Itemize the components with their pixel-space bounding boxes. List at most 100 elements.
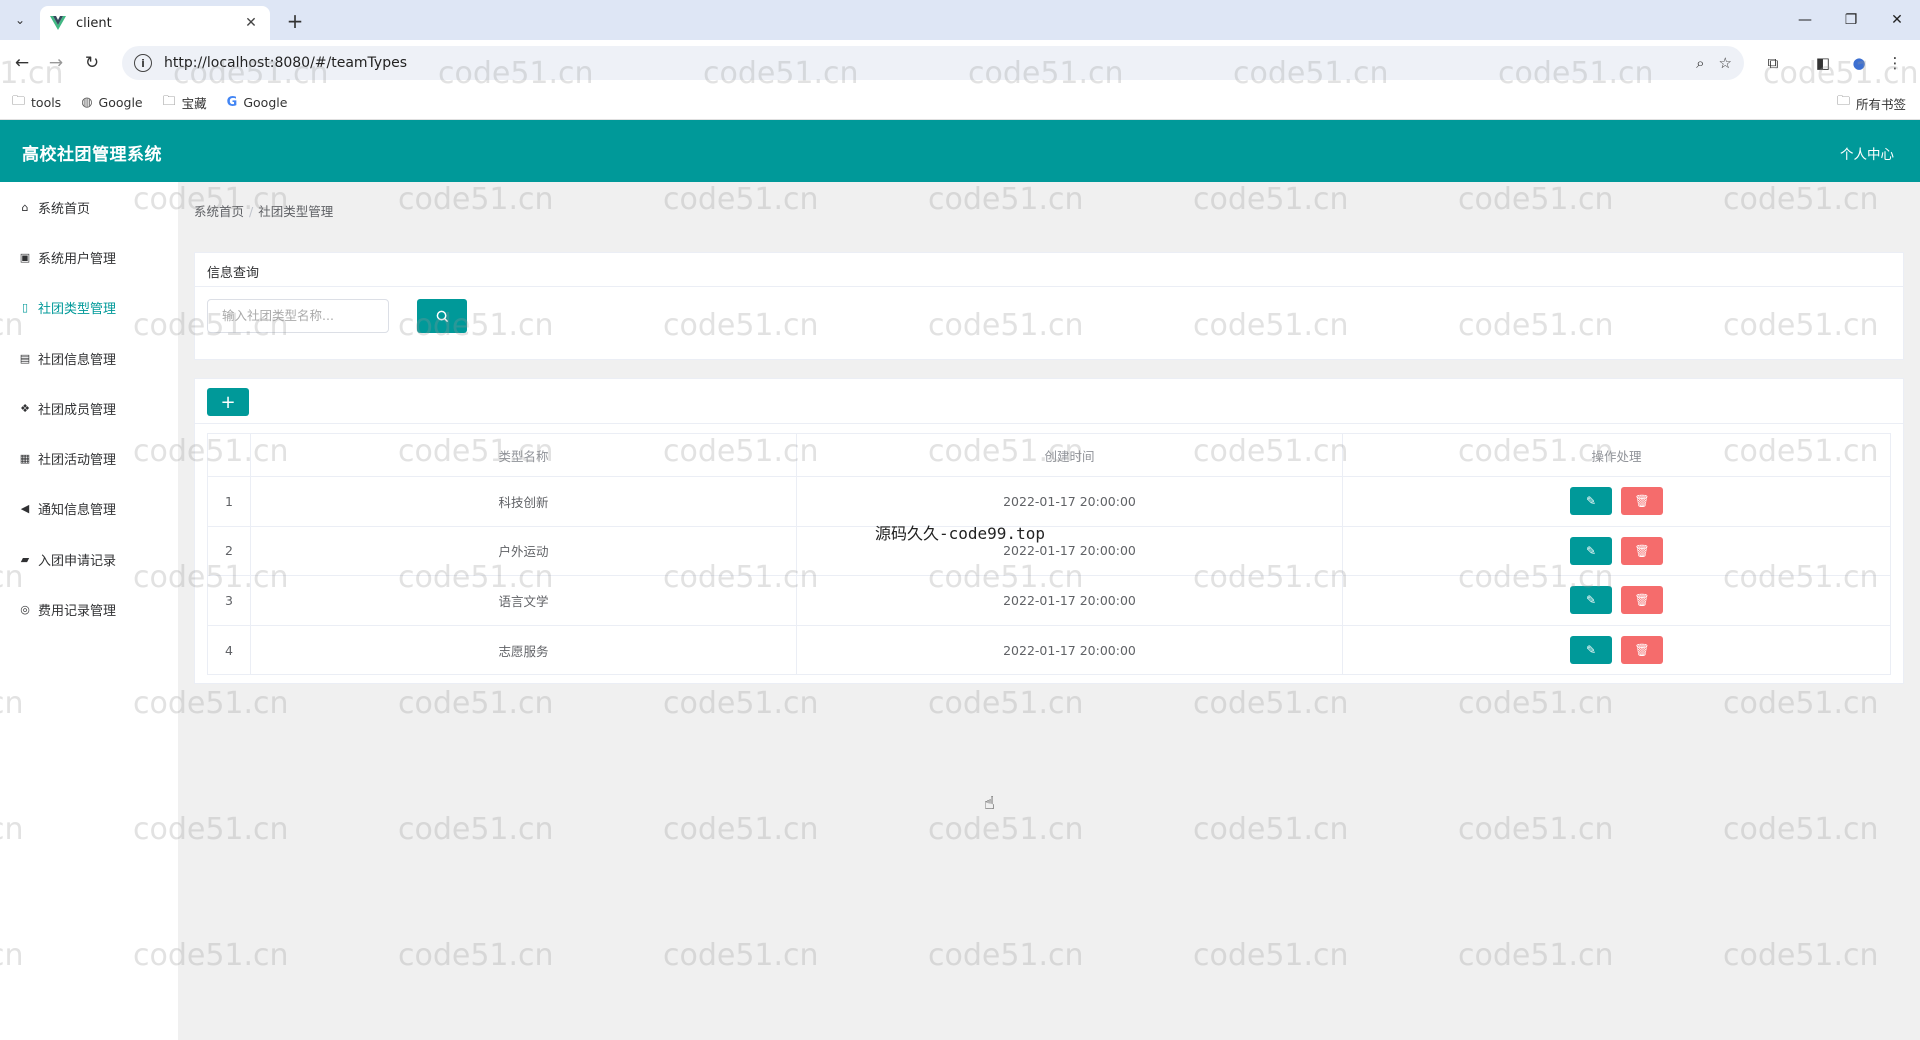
delete-button[interactable]: 🗑 (1621, 636, 1663, 665)
forward-icon[interactable]: → (42, 49, 70, 77)
table-card: + 类型名称 创建时间 操作处理 1 科技创新 2022-01-17 20:00… (194, 378, 1904, 684)
hand-cursor-icon: ☝ (984, 793, 995, 814)
url-text[interactable]: http://localhost:8080/#/teamTypes (164, 55, 1696, 71)
minimize-icon[interactable]: — (1782, 0, 1828, 40)
delete-button[interactable]: 🗑 (1621, 536, 1663, 565)
search-icon (436, 310, 448, 322)
row-name: 科技创新 (250, 476, 797, 527)
restore-icon[interactable]: ❐ (1828, 0, 1874, 40)
user-icon: ▣ (19, 250, 31, 264)
bookmark-item[interactable]: 🗀 宝藏 (163, 92, 207, 114)
search-button[interactable] (417, 299, 467, 333)
overlay-watermark-text: 源码久久-code99.top (875, 524, 1045, 543)
sidebar-item-applications[interactable]: ▰ 入团申请记录 (0, 534, 178, 584)
column-header-created: 创建时间 (796, 433, 1343, 477)
trash-icon: 🗑 (1634, 643, 1650, 658)
row-index: 1 (207, 476, 251, 527)
edit-button[interactable]: ✎ (1570, 636, 1612, 665)
address-bar[interactable]: i http://localhost:8080/#/teamTypes ⌕ ☆ (122, 46, 1744, 80)
edit-button[interactable]: ✎ (1570, 487, 1612, 516)
google-icon: G (226, 95, 238, 110)
trash-icon: 🗑 (1634, 543, 1650, 558)
sidebar-item-fees[interactable]: ◎ 费用记录管理 (0, 584, 178, 634)
sidepanel-icon[interactable]: ◧ (1812, 52, 1834, 74)
user-center-link[interactable]: 个人中心 (1840, 143, 1894, 163)
bookmark-star-icon[interactable]: ☆ (1719, 54, 1732, 72)
row-index: 4 (207, 624, 251, 676)
bookmarks-bar: 🗀 tools ◍ Google 🗀 宝藏 G Google 🗀 所有书签 (0, 86, 1920, 120)
globe-icon: ◍ (81, 95, 93, 110)
sidebar-item-members[interactable]: ❖ 社团成员管理 (0, 383, 178, 433)
table-row: 3 语言文学 2022-01-17 20:00:00 ✎ 🗑 (207, 575, 1891, 626)
bookmark-item[interactable]: 🗀 tools (12, 92, 61, 114)
train-icon: ▤ (19, 351, 31, 365)
row-name: 语言文学 (250, 575, 797, 626)
extensions-icon[interactable]: ⧉ (1762, 52, 1784, 74)
breadcrumb: 系统首页 / 社团类型管理 (194, 201, 333, 220)
inbox-icon: ▰ (20, 552, 30, 566)
menu-kebab-icon[interactable]: ⋮ (1884, 52, 1906, 74)
row-actions: ✎ 🗑 (1342, 525, 1891, 577)
app-header: 高校社团管理系统 个人中心 (0, 120, 1920, 182)
row-created: 2022-01-17 20:00:00 (796, 575, 1343, 626)
zoom-icon[interactable]: ⌕ (1696, 54, 1704, 72)
folder-icon: 🗀 (1836, 94, 1850, 109)
folder-icon: 🗀 (12, 93, 26, 109)
row-created: 2022-01-17 20:00:00 (796, 624, 1343, 676)
profile-icon[interactable]: ● (1848, 52, 1870, 74)
sidebar-item-team-info[interactable]: ▤ 社团信息管理 (0, 333, 178, 383)
row-index: 3 (207, 575, 251, 626)
tab-search-icon[interactable]: ⌄ (8, 8, 32, 32)
all-bookmarks[interactable]: 🗀 所有书签 (1837, 86, 1906, 120)
site-info-icon[interactable]: i (134, 54, 152, 72)
team-types-table: 类型名称 创建时间 操作处理 1 科技创新 2022-01-17 20:00:0… (207, 433, 1891, 676)
calculator-icon: ▦ (19, 452, 31, 466)
table-row: 2 户外运动 2022-01-17 20:00:00 ✎ 🗑 (207, 525, 1891, 577)
edit-button[interactable]: ✎ (1570, 586, 1612, 615)
sidebar-item-team-types[interactable]: ▯ 社团类型管理 (0, 283, 178, 333)
home-icon: ⌂ (21, 200, 29, 214)
row-index: 2 (207, 525, 251, 577)
trash-icon: 🗑 (1634, 494, 1650, 509)
row-created: 2022-01-17 20:00:00 (796, 476, 1343, 527)
edit-icon: ✎ (1585, 593, 1597, 608)
tab-title: client (76, 15, 112, 31)
row-actions: ✎ 🗑 (1342, 476, 1891, 527)
browser-toolbar: ← → ↻ i http://localhost:8080/#/teamType… (0, 40, 1920, 86)
browser-tabstrip: ⌄ client ✕ + — ❐ ✕ (0, 0, 1920, 40)
new-tab-button[interactable]: + (282, 8, 308, 34)
search-input[interactable]: 输入社团类型名称... (207, 299, 389, 333)
table-row: 1 科技创新 2022-01-17 20:00:00 ✎ 🗑 (207, 476, 1891, 527)
browser-tab[interactable]: client ✕ (40, 6, 270, 40)
back-icon[interactable]: ← (8, 49, 36, 77)
bookmark-item[interactable]: ◍ Google (81, 95, 142, 110)
sidebar-item-activities[interactable]: ▦ 社团活动管理 (0, 433, 178, 483)
window-controls: — ❐ ✕ (1782, 0, 1920, 40)
search-card-title: 信息查询 (195, 253, 1903, 287)
column-header-actions: 操作处理 (1342, 433, 1891, 477)
circle-icon: ◎ (20, 603, 30, 617)
edit-button[interactable]: ✎ (1570, 536, 1612, 565)
divider (195, 423, 1903, 424)
close-window-icon[interactable]: ✕ (1874, 0, 1920, 40)
app-title: 高校社团管理系统 (22, 145, 162, 165)
edit-icon: ✎ (1585, 494, 1597, 509)
breadcrumb-home[interactable]: 系统首页 (194, 204, 244, 219)
plus-icon: + (220, 391, 236, 413)
add-button[interactable]: + (207, 388, 249, 416)
tab-close-icon[interactable]: ✕ (242, 15, 260, 31)
megaphone-icon: ◀ (20, 502, 30, 516)
delete-button[interactable]: 🗑 (1621, 586, 1663, 615)
sidebar-item-notices[interactable]: ◀ 通知信息管理 (0, 484, 178, 534)
reload-icon[interactable]: ↻ (78, 49, 106, 77)
trash-icon: 🗑 (1634, 593, 1650, 608)
breadcrumb-separator: / (249, 204, 254, 219)
main-content: 系统首页 / 社团类型管理 信息查询 输入社团类型名称... + 类型名称 创建时间… (178, 182, 1920, 1040)
delete-button[interactable]: 🗑 (1621, 487, 1663, 516)
search-card: 信息查询 输入社团类型名称... (194, 252, 1904, 360)
sidebar-item-home[interactable]: ⌂ 系统首页 (0, 182, 178, 232)
sidebar-menu: ⌂ 系统首页 ▣ 系统用户管理 ▯ 社团类型管理 ▤ 社团信息管理 ❖ 社团成员管理 ▦ 社… (0, 182, 178, 1040)
bookmark-item[interactable]: G Google (227, 95, 288, 110)
sidebar-item-users[interactable]: ▣ 系统用户管理 (0, 232, 178, 282)
edit-icon: ✎ (1585, 543, 1597, 558)
